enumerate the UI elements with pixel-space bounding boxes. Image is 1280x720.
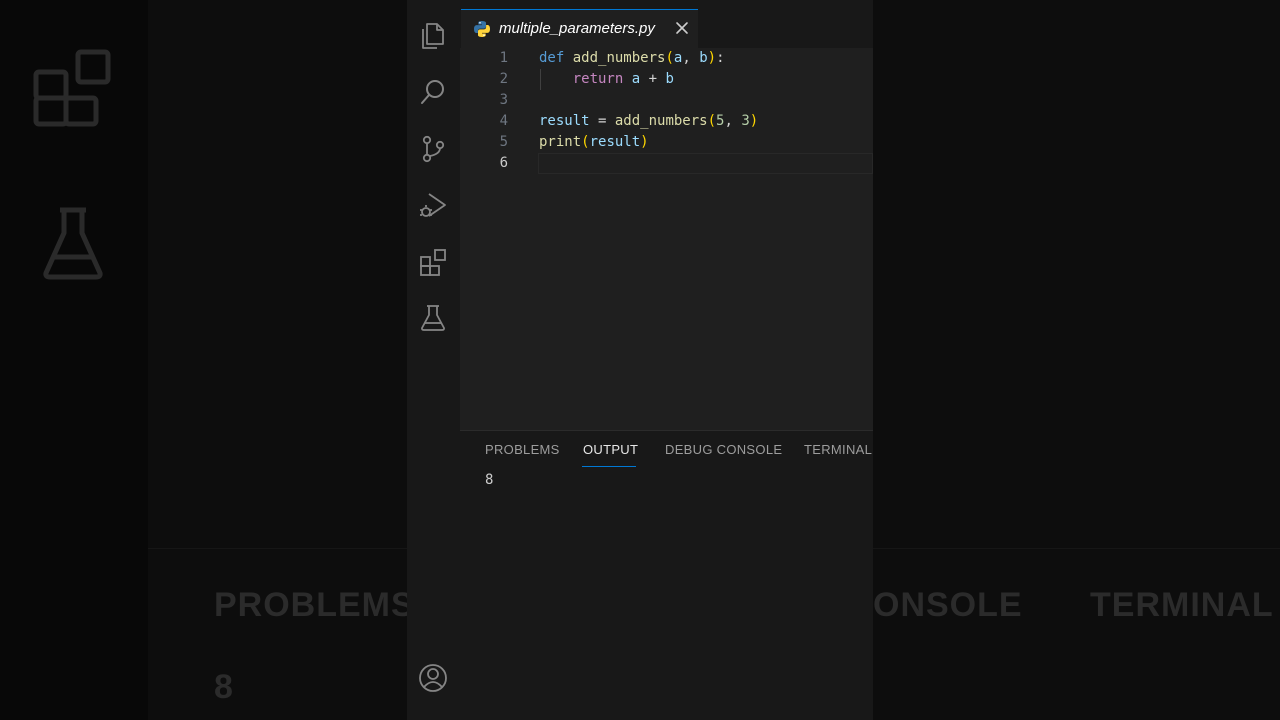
line-number: 1: [499, 50, 508, 66]
close-icon[interactable]: [673, 19, 691, 37]
editor-tab-title: multiple_parameters.py: [499, 20, 655, 37]
paren-open: (: [581, 134, 590, 150]
line-number: 5: [499, 134, 508, 150]
code-text: def add_numbers(a, b):: [539, 48, 725, 69]
tab-output[interactable]: OUTPUT: [583, 442, 638, 457]
tab-terminal[interactable]: TERMINAL: [804, 442, 872, 457]
editor-tab-bar: multiple_parameters.py: [460, 0, 873, 49]
function-call: add_numbers: [614, 113, 708, 129]
search-icon[interactable]: [418, 77, 448, 107]
function-name: add_numbers: [572, 50, 666, 66]
vscode-window: multiple_parameters.py 1 def add_numbers…: [407, 0, 873, 720]
background-terminal-label: TERMINAL: [1090, 586, 1274, 624]
line-number: 4: [499, 113, 508, 129]
keyword-def: def: [539, 50, 565, 66]
code-line: 5 print(result): [460, 132, 873, 153]
files-icon[interactable]: [418, 21, 448, 51]
comma: ,: [724, 113, 742, 129]
var-result: result: [539, 113, 590, 129]
bottom-panel: PROBLEMS OUTPUT DEBUG CONSOLE TERMINAL 8: [460, 430, 873, 720]
keyword-return: return: [572, 71, 624, 87]
tab-problems[interactable]: PROBLEMS: [485, 442, 560, 457]
paren-open: (: [665, 50, 674, 66]
var-result: result: [589, 134, 641, 150]
code-line: 3: [460, 90, 873, 111]
background-beaker-icon: [43, 207, 103, 280]
code-text: result = add_numbers(5, 3): [539, 111, 758, 132]
code-line: 2 return a + b: [460, 69, 873, 90]
line-number: 2: [499, 71, 508, 87]
operator-plus: +: [640, 71, 666, 87]
tab-debug-console[interactable]: DEBUG CONSOLE: [665, 442, 782, 457]
function-call: print: [539, 134, 582, 150]
account-icon[interactable]: [418, 663, 448, 693]
background-problems-label: PROBLEMS: [214, 586, 415, 624]
paren-close: ): [640, 134, 649, 150]
paren-open: (: [707, 113, 717, 129]
code-line: 6: [460, 153, 873, 174]
code-line: 1 def add_numbers(a, b):: [460, 48, 873, 69]
paren-close: ): [749, 113, 759, 129]
paren-close: ): [707, 50, 717, 66]
editor-tab-multiple-parameters[interactable]: multiple_parameters.py: [461, 9, 698, 48]
code-text: return a + b: [539, 69, 674, 90]
var-b: b: [665, 71, 674, 87]
number-literal: 3: [741, 113, 750, 129]
python-icon: [474, 21, 490, 37]
line-number: 6: [499, 155, 508, 171]
operator-assign: =: [589, 113, 615, 129]
colon: :: [716, 50, 725, 66]
background-debug-console-label: ONSOLE: [873, 586, 1023, 624]
line-number: 3: [499, 92, 508, 108]
code-editor[interactable]: 1 def add_numbers(a, b): 2 return a + b …: [460, 48, 873, 428]
comma: ,: [682, 50, 700, 66]
code-text: print(result): [539, 132, 649, 153]
var-a: a: [631, 71, 641, 87]
beaker-icon[interactable]: [418, 303, 448, 333]
activity-bar: [407, 0, 460, 720]
extensions-icon[interactable]: [418, 247, 448, 277]
background-output-value: 8: [214, 668, 234, 706]
background-extensions-icon: [33, 49, 111, 127]
output-content: 8: [485, 472, 494, 488]
code-line: 4 result = add_numbers(5, 3): [460, 111, 873, 132]
active-tab-indicator: [582, 466, 636, 467]
param-b: b: [699, 50, 708, 66]
run-debug-icon[interactable]: [418, 190, 448, 220]
source-control-icon[interactable]: [418, 134, 448, 164]
